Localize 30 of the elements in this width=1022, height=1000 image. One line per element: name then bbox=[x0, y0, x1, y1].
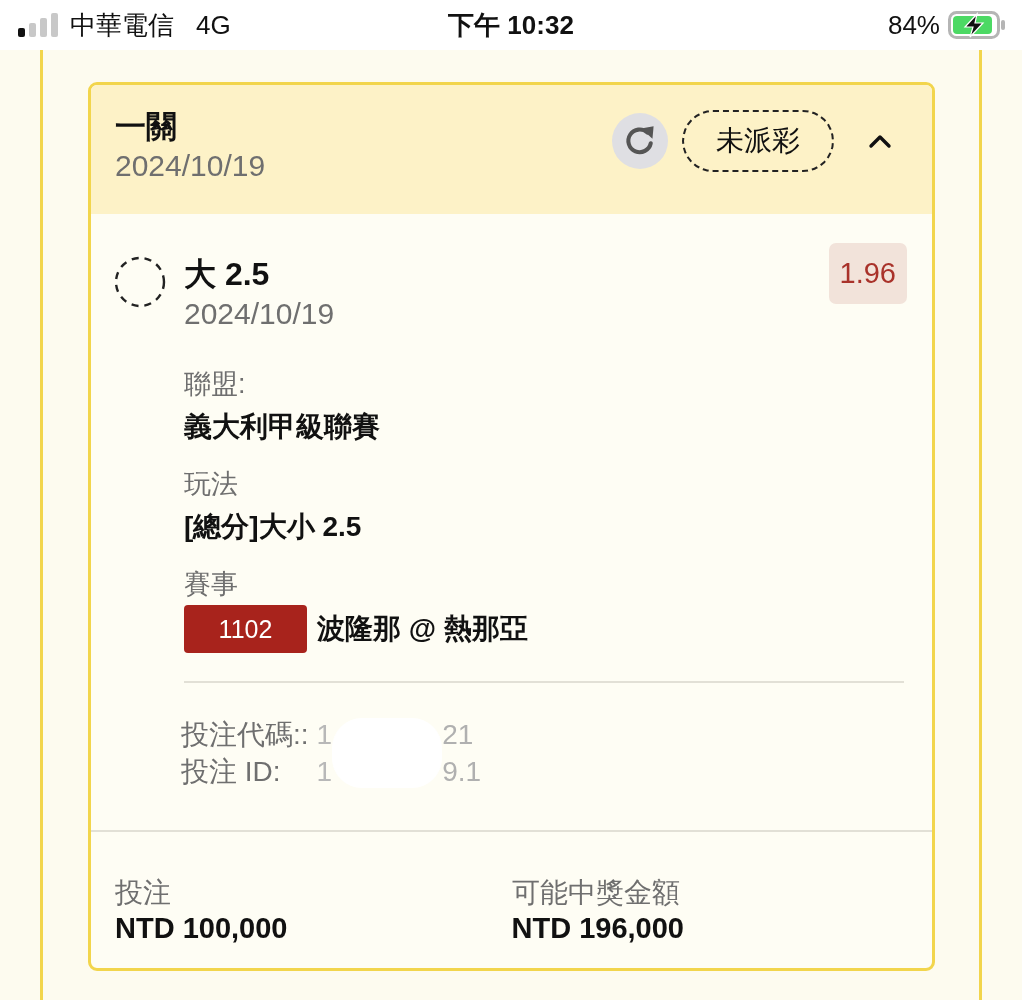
reference-label: 投注 ID: bbox=[181, 755, 282, 789]
refresh-button[interactable] bbox=[612, 113, 668, 169]
network-type: 4G bbox=[196, 9, 231, 41]
selection-date: 2024/10/19 bbox=[184, 296, 335, 332]
chevron-up-icon[interactable] bbox=[868, 133, 892, 149]
odds-tag: 1.96 bbox=[828, 243, 907, 304]
status-pill: 未派彩 bbox=[682, 110, 834, 172]
match-teams: 波隆那 @ 熱那亞 bbox=[317, 612, 528, 646]
total-amount: NTD 196,000 bbox=[511, 911, 684, 946]
reference-value-start: 1 bbox=[315, 755, 333, 789]
total-label: 可能中獎金額 bbox=[511, 876, 680, 910]
ticket-title: 一關 bbox=[115, 108, 177, 146]
carrier-name: 中華電信 bbox=[70, 9, 174, 41]
battery-percent: 84% bbox=[887, 9, 940, 41]
total-amount: NTD 100,000 bbox=[115, 911, 288, 946]
detail-label: 聯盟: bbox=[184, 368, 246, 401]
reference-label: 投注代碼:: bbox=[181, 718, 309, 752]
ticket-date: 2024/10/19 bbox=[115, 148, 266, 184]
total-label: 投注 bbox=[115, 876, 171, 910]
match-id-tag: 1102 bbox=[184, 605, 307, 653]
detail-label: 賽事 bbox=[184, 568, 238, 601]
signal-icon bbox=[18, 13, 60, 37]
reference-value-end: 21 bbox=[442, 718, 475, 752]
selection-name: 大 2.5 bbox=[184, 255, 270, 294]
reference-value-start: 1 bbox=[315, 718, 333, 752]
reference-value-end: 9.1 bbox=[442, 755, 482, 789]
detail-value: 義大利甲級聯賽 bbox=[184, 410, 380, 444]
clock-time: 下午 10:32 bbox=[448, 9, 574, 41]
detail-label: 玩法 bbox=[184, 468, 238, 501]
detail-value: [總分]大小 2.5 bbox=[184, 510, 362, 544]
